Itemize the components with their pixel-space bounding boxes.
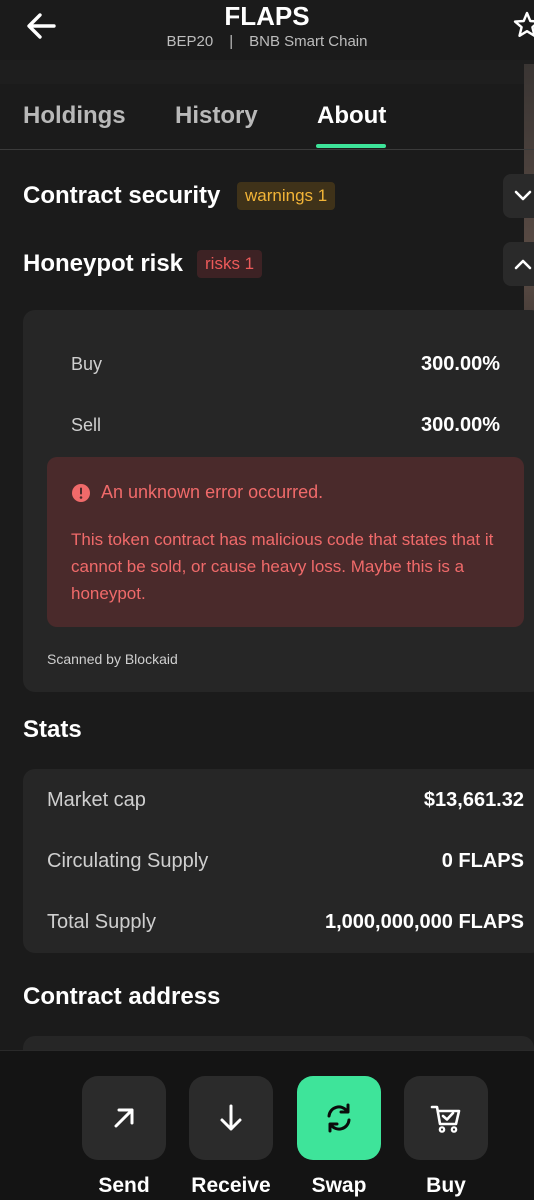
active-tab-indicator — [316, 144, 386, 148]
honeypot-risk-toggle[interactable] — [503, 242, 534, 286]
tab-holdings[interactable]: Holdings — [23, 102, 126, 130]
stats-title: Stats — [23, 716, 82, 743]
arrow-up-right-icon — [114, 1108, 134, 1128]
sell-tax-label: Sell — [71, 415, 102, 435]
arrow-down-icon — [220, 1104, 242, 1131]
title-block: FLAPS BEP20 | BNB Smart Chain — [0, 0, 534, 52]
error-header: An unknown error occurred. — [71, 482, 323, 503]
header-divider-strip — [0, 60, 534, 84]
circulating-supply-label: Circulating Supply — [47, 850, 209, 872]
total-supply-value: 1,000,000,000 FLAPS — [324, 911, 524, 933]
chevron-up-icon — [514, 259, 532, 270]
market-cap-value: $13,661.32 — [423, 789, 524, 811]
honeypot-risk-title: Honeypot risk — [23, 250, 184, 277]
contract-address-title: Contract address — [23, 983, 221, 1010]
receive-button[interactable] — [189, 1076, 273, 1160]
market-cap-label: Market cap — [47, 789, 146, 811]
receive-action[interactable]: Receive — [188, 1076, 274, 1198]
token-subtitle: BEP20 | BNB Smart Chain — [0, 32, 534, 52]
swap-button[interactable] — [297, 1076, 381, 1160]
error-circle-icon — [72, 483, 90, 502]
token-network: BNB Smart Chain — [249, 33, 368, 50]
tab-history[interactable]: History — [175, 102, 258, 130]
total-supply-label: Total Supply — [47, 911, 156, 933]
warnings-badge: warnings 1 — [237, 182, 336, 210]
send-action[interactable]: Send — [81, 1076, 167, 1198]
send-button[interactable] — [82, 1076, 166, 1160]
buy-button[interactable] — [404, 1076, 488, 1160]
favorite-button[interactable] — [512, 8, 534, 42]
token-standard: BEP20 — [166, 33, 214, 50]
contract-security-toggle[interactable] — [503, 174, 534, 218]
swap-label: Swap — [311, 1174, 367, 1197]
buy-action[interactable]: Buy — [403, 1076, 489, 1198]
sell-tax-value: 300.00% — [421, 414, 500, 436]
scanned-by-label: Scanned by Blockaid — [47, 651, 178, 667]
subtitle-separator: | — [229, 33, 234, 50]
tab-about[interactable]: About — [317, 102, 386, 130]
honeypot-risk-row[interactable]: Honeypot risk risks 1 — [0, 242, 534, 286]
cart-icon — [430, 1105, 461, 1133]
star-icon — [513, 11, 534, 37]
buy-tax-label: Buy — [71, 354, 103, 374]
token-title: FLAPS — [224, 1, 310, 31]
swap-icon — [327, 1103, 351, 1133]
risks-badge: risks 1 — [197, 250, 263, 278]
buy-label: Buy — [426, 1174, 466, 1197]
top-header: FLAPS BEP20 | BNB Smart Chain — [0, 0, 534, 60]
bottom-action-bar: Send Receive Swap Buy — [0, 1050, 534, 1200]
contract-security-row[interactable]: Contract security warnings 1 — [0, 174, 534, 218]
honeypot-error-alert: An unknown error occurred. This token co… — [47, 457, 524, 627]
contract-security-title: Contract security — [23, 182, 221, 209]
error-title: An unknown error occurred. — [101, 482, 324, 502]
circulating-supply-value: 0 FLAPS — [441, 850, 524, 872]
send-label: Send — [98, 1174, 150, 1197]
error-message: This token contract has malicious code t… — [71, 530, 494, 603]
swap-action[interactable]: Swap — [296, 1076, 382, 1198]
tab-bar: Holdings History About — [0, 84, 534, 150]
chevron-down-icon — [514, 190, 532, 201]
buy-tax-value: 300.00% — [421, 353, 500, 375]
receive-label: Receive — [191, 1174, 271, 1197]
